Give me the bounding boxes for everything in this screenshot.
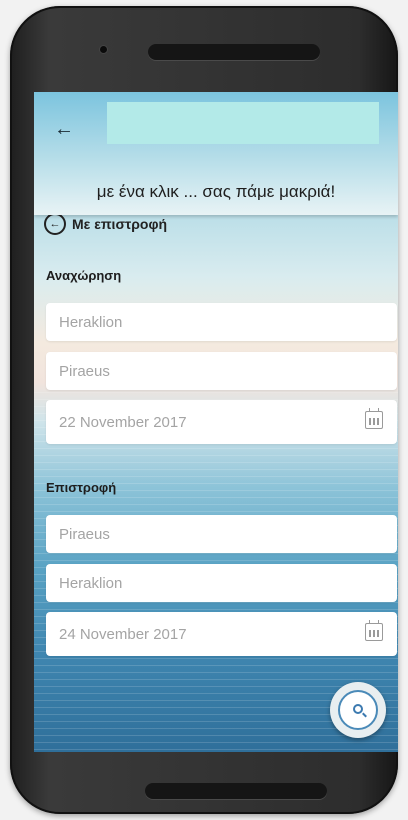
departure-from-field[interactable]: Heraklion xyxy=(46,303,397,341)
return-to-value: Heraklion xyxy=(59,574,123,592)
search-icon xyxy=(353,704,363,714)
arrow-left-circle-icon: ← xyxy=(44,213,66,235)
title-placeholder xyxy=(107,102,379,144)
app-header: ← με ένα κλικ ... σας πάμε μακριά! xyxy=(34,92,398,215)
departure-to-value: Piraeus xyxy=(59,362,110,380)
departure-to-field[interactable]: Piraeus xyxy=(46,352,397,390)
return-from-value: Piraeus xyxy=(59,525,110,543)
app-screen: ← με ένα κλικ ... σας πάμε μακριά! ← Με … xyxy=(34,92,398,752)
departure-date-field[interactable]: 22 November 2017 xyxy=(46,400,397,444)
departure-from-value: Heraklion xyxy=(59,313,123,331)
return-date-value: 24 November 2017 xyxy=(59,625,187,643)
calendar-icon[interactable] xyxy=(365,408,383,429)
return-from-field[interactable]: Piraeus xyxy=(46,515,397,553)
departure-date-value: 22 November 2017 xyxy=(59,413,187,431)
return-trip-toggle[interactable]: ← Με επιστροφή xyxy=(44,212,167,236)
slogan-text: με ένα κλικ ... σας πάμε μακριά! xyxy=(96,182,336,201)
return-date-field[interactable]: 24 November 2017 xyxy=(46,612,397,656)
top-speaker xyxy=(148,44,320,60)
back-arrow-icon[interactable]: ← xyxy=(54,118,74,141)
phone-frame: ← με ένα κλικ ... σας πάμε μακριά! ← Με … xyxy=(10,6,398,814)
front-camera xyxy=(100,46,107,53)
toggle-label: Με επιστροφή xyxy=(72,216,168,232)
search-button-ring xyxy=(338,690,378,730)
calendar-icon[interactable] xyxy=(365,620,383,641)
return-to-field[interactable]: Heraklion xyxy=(46,564,397,602)
search-button[interactable] xyxy=(330,682,386,738)
departure-heading: Αναχώρηση xyxy=(46,268,122,283)
return-heading: Επιστροφή xyxy=(46,480,117,495)
bottom-speaker xyxy=(145,783,327,799)
